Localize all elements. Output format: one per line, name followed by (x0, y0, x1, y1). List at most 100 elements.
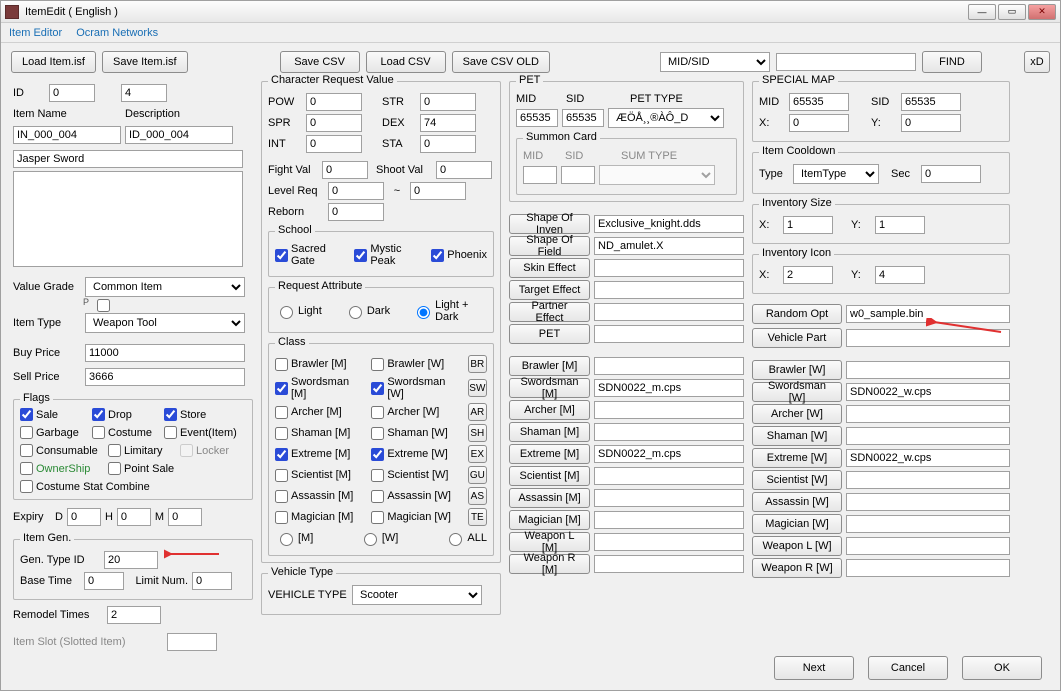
attr-dark[interactable]: Dark (344, 303, 390, 319)
school-mp[interactable]: Mystic Peak (354, 243, 427, 267)
level2-input[interactable] (410, 182, 466, 200)
class-1-w[interactable]: Swordsman [W] (371, 376, 463, 400)
flag-store[interactable]: Store (164, 408, 228, 421)
p-checkbox[interactable] (97, 299, 110, 312)
flag-cstat[interactable]: Costume Stat Combine (20, 480, 170, 493)
sta-input[interactable] (420, 135, 476, 153)
long-name-input[interactable] (13, 150, 243, 168)
description-input[interactable] (125, 126, 233, 144)
base-time-input[interactable] (84, 572, 124, 590)
close-button[interactable]: ✕ (1028, 4, 1056, 20)
expiry-d-input[interactable] (67, 508, 101, 526)
class-5-sq[interactable]: GU (468, 466, 487, 484)
random-opt-button[interactable]: Random Opt (752, 304, 842, 324)
class-2-m[interactable]: Archer [M] (275, 406, 367, 419)
class-1-sq[interactable]: SW (468, 379, 487, 397)
inv-y-input[interactable] (875, 216, 925, 234)
m-2-input[interactable] (594, 401, 744, 419)
class-7-m[interactable]: Magician [M] (275, 511, 367, 524)
flag-locker[interactable]: Locker (180, 444, 244, 457)
w-5-input[interactable] (846, 471, 1010, 489)
menu-item-editor[interactable]: Item Editor (9, 27, 62, 39)
m-1-input[interactable] (594, 379, 744, 397)
find-input[interactable] (776, 53, 916, 71)
class-3-m[interactable]: Shaman [M] (275, 427, 367, 440)
load-item-button[interactable]: Load Item.isf (11, 51, 96, 73)
pet-type-select[interactable]: ÆÖÅ¸¸®ÀÔ_D (608, 108, 724, 128)
icon-y-input[interactable] (875, 266, 925, 284)
class-5-w[interactable]: Scientist [W] (371, 469, 463, 482)
random-opt-input[interactable] (846, 305, 1010, 323)
load-csv-button[interactable]: Load CSV (366, 51, 446, 73)
id-b-input[interactable] (121, 84, 167, 102)
w-8-input[interactable] (846, 537, 1010, 555)
expiry-m-input[interactable] (168, 508, 202, 526)
m-0-button[interactable]: Brawler [M] (509, 356, 590, 376)
cooldown-sec-input[interactable] (921, 165, 981, 183)
w-3-button[interactable]: Shaman [W] (752, 426, 842, 446)
class-all-radio[interactable]: ALL (444, 530, 487, 546)
save-csv-old-button[interactable]: Save CSV OLD (452, 51, 550, 73)
value-grade-select[interactable]: Common Item (85, 277, 245, 297)
find-button[interactable]: FIND (922, 51, 982, 73)
r-0-input[interactable] (594, 215, 744, 233)
limit-num-input[interactable] (192, 572, 232, 590)
inv-x-input[interactable] (783, 216, 833, 234)
m-4-button[interactable]: Extreme [M] (509, 444, 590, 464)
r-1-input[interactable] (594, 237, 744, 255)
pet-sid-input[interactable] (562, 109, 604, 127)
w-9-button[interactable]: Weapon R [W] (752, 558, 842, 578)
r-5-input[interactable] (594, 325, 744, 343)
w-2-input[interactable] (846, 405, 1010, 423)
class-4-m[interactable]: Extreme [M] (275, 448, 367, 461)
flag-pointsale[interactable]: Point Sale (108, 462, 188, 475)
flag-ownership[interactable]: OwnerShip (20, 462, 100, 475)
m-6-button[interactable]: Assassin [M] (509, 488, 590, 508)
m-7-input[interactable] (594, 511, 744, 529)
w-6-button[interactable]: Assassin [W] (752, 492, 842, 512)
r-4-button[interactable]: Partner Effect (509, 302, 590, 322)
class-2-w[interactable]: Archer [W] (371, 406, 463, 419)
xd-button[interactable]: xD (1024, 51, 1050, 73)
smap-sid-input[interactable] (901, 93, 961, 111)
flag-sale[interactable]: Sale (20, 408, 84, 421)
m-2-button[interactable]: Archer [M] (509, 400, 590, 420)
flag-event[interactable]: Event(Item) (164, 426, 244, 439)
r-0-button[interactable]: Shape Of Inven (509, 214, 590, 234)
w-1-input[interactable] (846, 383, 1010, 401)
fight-input[interactable] (322, 161, 368, 179)
class-7-w[interactable]: Magician [W] (371, 511, 463, 524)
class-0-w[interactable]: Brawler [W] (371, 358, 463, 371)
m-1-button[interactable]: Swordsman [M] (509, 378, 590, 398)
class-5-m[interactable]: Scientist [M] (275, 469, 367, 482)
sell-price-input[interactable] (85, 368, 245, 386)
spr-input[interactable] (306, 114, 362, 132)
ok-button[interactable]: OK (962, 656, 1042, 680)
m-4-input[interactable] (594, 445, 744, 463)
school-ph[interactable]: Phoenix (431, 249, 487, 262)
w-5-button[interactable]: Scientist [W] (752, 470, 842, 490)
str-input[interactable] (420, 93, 476, 111)
class-6-m[interactable]: Assassin [M] (275, 490, 367, 503)
level-input[interactable] (328, 182, 384, 200)
w-7-input[interactable] (846, 515, 1010, 533)
int-input[interactable] (306, 135, 362, 153)
class-6-sq[interactable]: AS (468, 487, 487, 505)
pow-input[interactable] (306, 93, 362, 111)
school-sg[interactable]: Sacred Gate (275, 243, 350, 267)
m-5-input[interactable] (594, 467, 744, 485)
maximize-button[interactable]: ▭ (998, 4, 1026, 20)
remodel-input[interactable] (107, 606, 161, 624)
icon-x-input[interactable] (783, 266, 833, 284)
buy-price-input[interactable] (85, 344, 245, 362)
flag-garbage[interactable]: Garbage (20, 426, 84, 439)
item-name-input[interactable] (13, 126, 121, 144)
cooldown-type-select[interactable]: ItemType (793, 164, 879, 184)
r-1-button[interactable]: Shape Of Field (509, 236, 590, 256)
w-0-button[interactable]: Brawler [W] (752, 360, 842, 380)
class-4-w[interactable]: Extreme [W] (371, 448, 463, 461)
w-8-button[interactable]: Weapon L [W] (752, 536, 842, 556)
m-3-input[interactable] (594, 423, 744, 441)
r-3-button[interactable]: Target Effect (509, 280, 590, 300)
class-w-radio[interactable]: [W] (359, 530, 441, 546)
